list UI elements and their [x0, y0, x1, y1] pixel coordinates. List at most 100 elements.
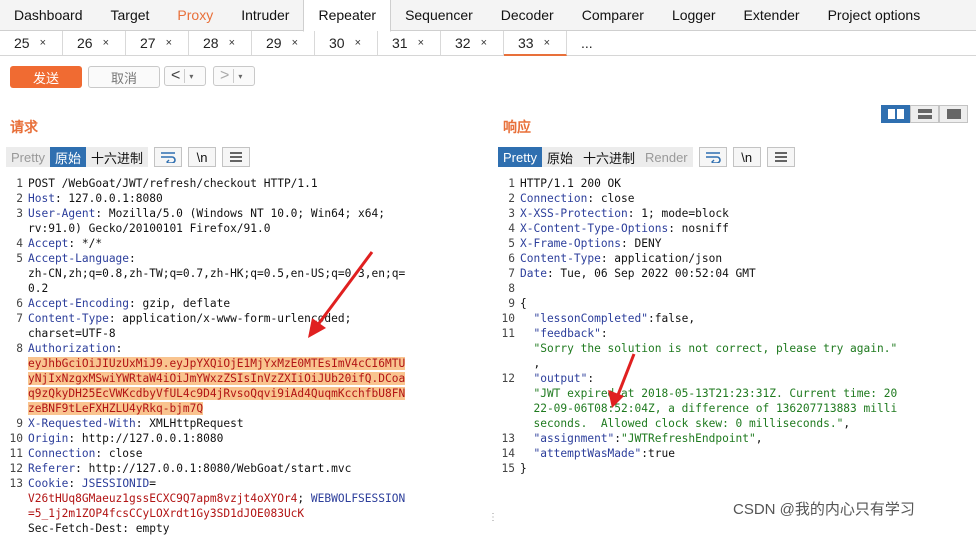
line-number: [6, 521, 28, 536]
code-token: =: [149, 477, 157, 490]
response-raw-tab[interactable]: 原始: [541, 147, 578, 167]
line-number: 1: [16, 177, 23, 190]
close-icon[interactable]: ×: [292, 37, 298, 49]
code-line: 12 "output":: [498, 371, 974, 386]
top-tab-extender[interactable]: Extender: [730, 0, 814, 30]
request-pretty-tab[interactable]: Pretty: [6, 147, 50, 167]
line-number: 10: [9, 432, 23, 445]
request-editor[interactable]: 1 POST /WebGoat/JWT/refresh/checkout HTTP…: [6, 176, 478, 536]
scroll-grip-icon[interactable]: ⋮: [488, 512, 498, 523]
code-line: 15}: [498, 461, 974, 476]
code-line: 2 Host: 127.0.0.1:8080: [6, 191, 478, 206]
response-editor[interactable]: 1 HTTP/1.1 200 OK 2 Connection: close 3 X-XSS…: [498, 176, 974, 476]
code-token: Accept-Encoding: [28, 297, 130, 310]
line-number: 6: [16, 297, 23, 310]
code-line: 10 "lessonCompleted":false,: [498, 311, 974, 326]
line-text: 0.2: [28, 281, 48, 296]
line-number: 9: [16, 417, 23, 430]
single-pane-layout-icon[interactable]: [939, 105, 968, 123]
top-tab-target[interactable]: Target: [97, 0, 164, 30]
line-text: POST /WebGoat/JWT/refresh/checkout HTTP/…: [28, 176, 318, 191]
line-text: "Sorry the solution is not correct, plea…: [520, 341, 897, 356]
close-icon[interactable]: ×: [481, 37, 487, 49]
code-token: ,: [843, 417, 851, 430]
top-tab-logger[interactable]: Logger: [658, 0, 730, 30]
repeater-tab-25[interactable]: 25 ×: [0, 31, 63, 55]
chevron-left-icon: <: [171, 67, 181, 84]
top-tab-intruder[interactable]: Intruder: [227, 0, 303, 30]
repeater-tab-27[interactable]: 27 ×: [126, 31, 189, 55]
repeater-tab-30[interactable]: 30 ×: [315, 31, 378, 55]
close-icon[interactable]: ×: [229, 37, 235, 49]
line-text: seconds. Allowed clock skew: 0 milliseco…: [520, 416, 850, 431]
line-text: }: [520, 461, 527, 476]
line-number: 10: [501, 312, 515, 325]
wrap-lines-icon[interactable]: [154, 147, 182, 167]
close-icon[interactable]: ×: [355, 37, 361, 49]
repeater-tab-more[interactable]: ...: [567, 31, 630, 55]
code-token: eyJhbGciOiJIUzUxMiJ9.eyJpYXQiOjE1MjYxMzE…: [28, 357, 406, 370]
menu-icon[interactable]: [766, 147, 795, 167]
response-hex-tab[interactable]: 十六进制: [577, 147, 640, 167]
close-icon[interactable]: ×: [544, 37, 550, 49]
annotation-arrow: [608, 353, 636, 408]
code-token: : nosniff: [668, 222, 729, 235]
line-number: 4: [16, 237, 23, 250]
top-tab-sequencer[interactable]: Sequencer: [391, 0, 487, 30]
line-number: [6, 491, 28, 506]
code-line: "JWT expired at 2018-05-13T21:23:31Z. Cu…: [498, 386, 974, 401]
response-render-tab[interactable]: Render: [640, 147, 693, 167]
repeater-tab-32[interactable]: 32 ×: [441, 31, 504, 55]
response-pretty-tab[interactable]: Pretty: [498, 147, 542, 167]
repeater-tab-29[interactable]: 29 ×: [252, 31, 315, 55]
repeater-tab-label: 25: [14, 35, 30, 51]
forward-button[interactable]: > ▾: [213, 66, 255, 86]
line-number: [498, 401, 520, 416]
chevron-down-icon[interactable]: ▾: [189, 72, 193, 81]
line-number: 12: [501, 372, 515, 385]
wrap-lines-icon[interactable]: [698, 147, 727, 167]
code-line: 4 X-Content-Type-Options: nosniff: [498, 221, 974, 236]
code-token: Date: [520, 267, 547, 280]
cancel-button[interactable]: 取消: [88, 66, 160, 88]
repeater-tab-28[interactable]: 28 ×: [189, 31, 252, 55]
top-tab-proxy[interactable]: Proxy: [163, 0, 227, 30]
request-hex-tab[interactable]: 十六进制: [85, 147, 148, 167]
show-newlines-icon[interactable]: \n: [188, 147, 216, 167]
repeater-tab-label: 28: [203, 35, 219, 51]
back-button[interactable]: < ▾: [164, 66, 206, 86]
line-number: 6: [508, 252, 515, 265]
repeater-tab-31[interactable]: 31 ×: [378, 31, 441, 55]
line-text: "lessonCompleted":false,: [520, 311, 695, 326]
show-newlines-icon[interactable]: \n: [732, 147, 761, 167]
code-line: rv:91.0) Gecko/20100101 Firefox/91.0: [6, 221, 478, 236]
close-icon[interactable]: ×: [166, 37, 172, 49]
request-raw-tab[interactable]: 原始: [49, 147, 86, 167]
top-tab-comparer[interactable]: Comparer: [568, 0, 658, 30]
top-tab-repeater[interactable]: Repeater: [303, 0, 392, 32]
stacked-layout-icon[interactable]: [910, 105, 939, 123]
line-number: [6, 506, 28, 521]
code-line: 7 Date: Tue, 06 Sep 2022 00:52:04 GMT: [498, 266, 974, 281]
line-number: 12: [9, 462, 23, 475]
side-by-side-layout-icon[interactable]: [881, 105, 910, 123]
repeater-tab-33[interactable]: 33 ×: [504, 31, 567, 56]
close-icon[interactable]: ×: [103, 37, 109, 49]
chevron-down-icon[interactable]: ▾: [238, 72, 242, 81]
top-tab-dashboard[interactable]: Dashboard: [0, 0, 97, 30]
code-token: "feedback": [520, 327, 601, 340]
line-number: [498, 386, 520, 401]
repeater-tab-26[interactable]: 26 ×: [63, 31, 126, 55]
toolbar: 发送 取消 < ▾ > ▾: [0, 56, 976, 96]
close-icon[interactable]: ×: [418, 37, 424, 49]
top-tab-project-options[interactable]: Project options: [814, 0, 935, 30]
top-tab-decoder[interactable]: Decoder: [487, 0, 568, 30]
menu-icon[interactable]: [222, 147, 250, 167]
code-line: 5 X-Frame-Options: DENY: [498, 236, 974, 251]
code-token: : close: [587, 192, 635, 205]
code-line: eyJhbGciOiJIUzUxMiJ9.eyJpYXQiOjE1MjYxMzE…: [6, 356, 478, 371]
close-icon[interactable]: ×: [40, 37, 46, 49]
line-text: X-Frame-Options: DENY: [520, 236, 661, 251]
send-button[interactable]: 发送: [10, 66, 82, 88]
code-token: ;: [297, 492, 311, 505]
